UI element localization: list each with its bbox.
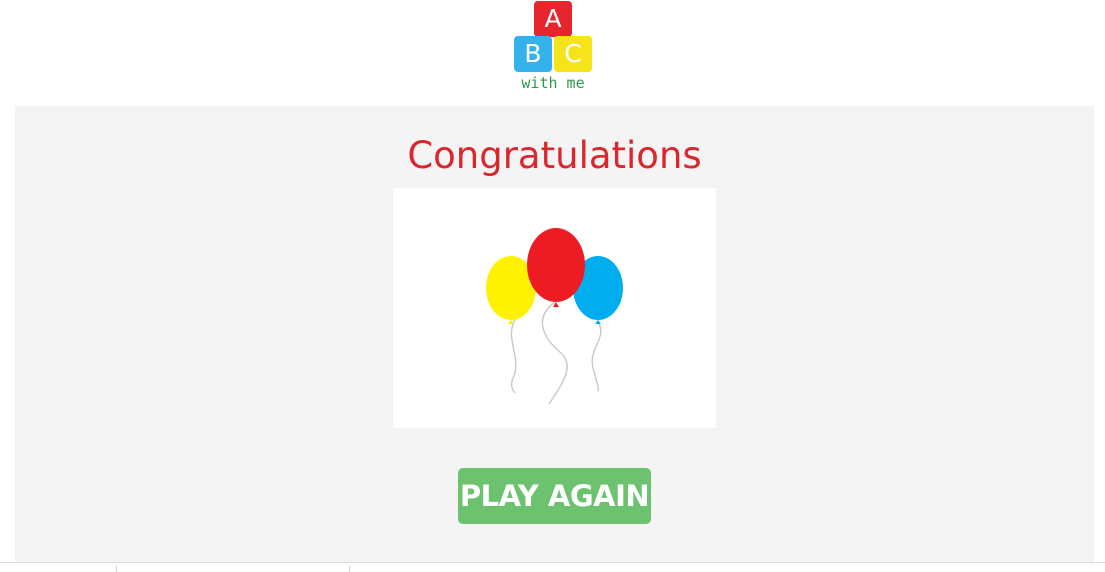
logo-block-b: B — [514, 36, 552, 72]
balloons-icon — [486, 228, 623, 405]
page: A B C with me Congratulations PLAY AGAIN — [0, 0, 1105, 572]
result-panel: Congratulations PLAY AGAIN — [15, 106, 1094, 562]
abc-with-me-logo[interactable]: A B C with me — [512, 0, 594, 96]
congratulations-title: Congratulations — [407, 134, 702, 177]
play-again-button[interactable]: PLAY AGAIN — [458, 468, 651, 524]
footer-tick — [349, 566, 350, 572]
logo-block-a: A — [534, 1, 572, 37]
footer-divider — [0, 562, 1105, 563]
header: A B C with me — [0, 0, 1105, 106]
balloons-image — [393, 188, 716, 428]
logo-tagline: with me — [521, 74, 585, 92]
logo-block-c: C — [554, 36, 592, 72]
footer-tick — [116, 566, 117, 572]
